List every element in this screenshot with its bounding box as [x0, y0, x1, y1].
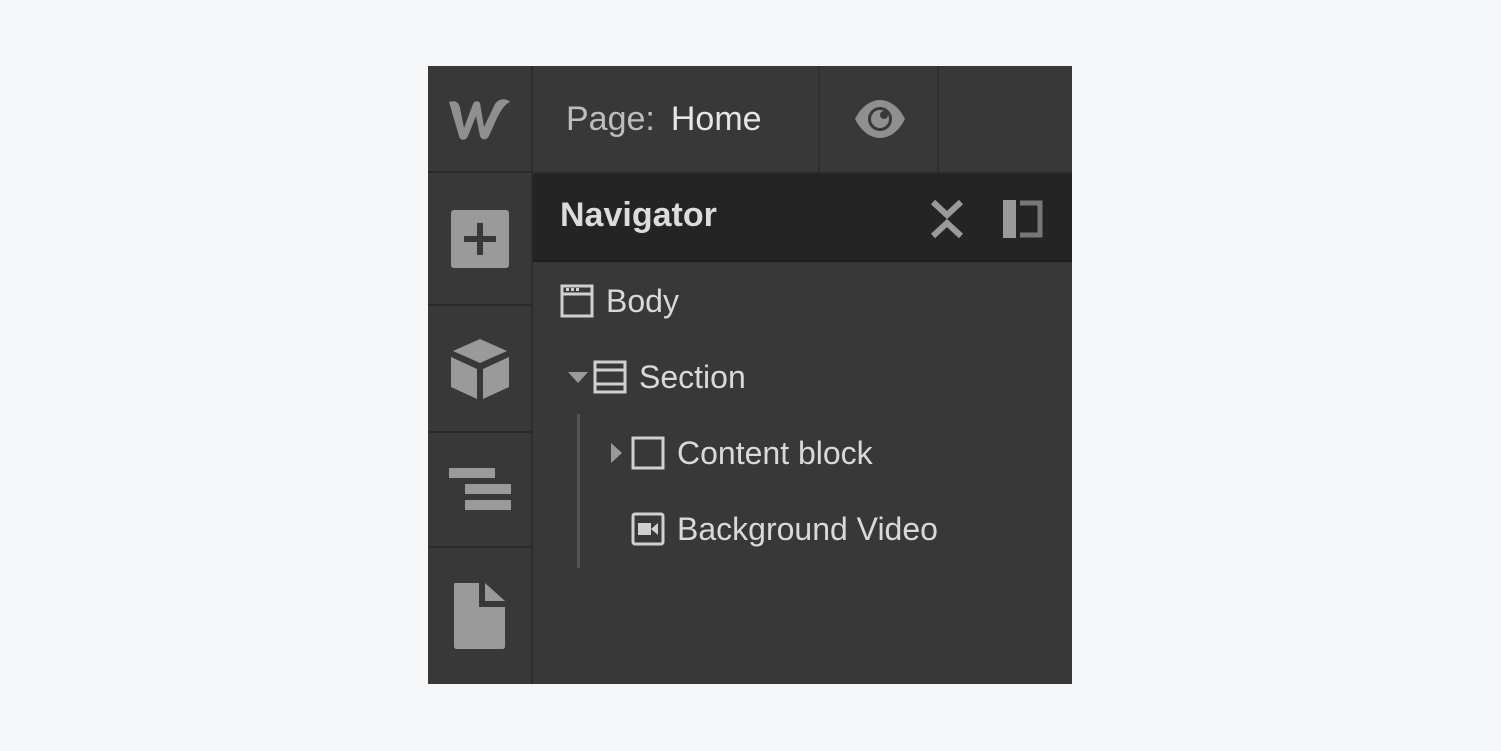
tree-item-background-video[interactable]: Background Video [631, 504, 938, 554]
webflow-logo-icon [448, 98, 510, 140]
tree-item-label: Body [606, 282, 679, 319]
div-block-icon [631, 436, 665, 470]
caret-down-icon[interactable] [563, 370, 593, 384]
tree-indent-guide [577, 414, 580, 568]
top-bar: Page: Home [533, 66, 1072, 174]
page-selector[interactable]: Page: Home [533, 66, 820, 172]
page-icon [453, 583, 505, 649]
collapse-icon [930, 199, 964, 239]
rail-item-add[interactable] [428, 173, 531, 306]
plus-icon [450, 209, 509, 268]
dock-panel-icon [1003, 200, 1043, 238]
navigator-panel: Navigator Body Section Content block Bac… [533, 174, 1072, 684]
tree-item-body[interactable]: Body [560, 276, 679, 326]
rail-item-components[interactable] [428, 306, 531, 433]
video-icon [631, 512, 665, 546]
tree-item-label: Content block [677, 434, 873, 471]
navigator-header: Navigator [533, 174, 1072, 262]
rail-item-pages[interactable] [428, 548, 531, 684]
collapse-all-button[interactable] [927, 198, 967, 240]
caret-right-icon[interactable] [601, 442, 631, 464]
navigator-title: Navigator [560, 196, 717, 234]
rail-item-navigator[interactable] [428, 433, 531, 548]
page-label: Page: [566, 99, 655, 138]
tree-item-content-block[interactable]: Content block [601, 428, 873, 478]
preview-button[interactable] [822, 66, 939, 172]
section-icon [593, 360, 627, 394]
navigator-icon [448, 467, 511, 510]
page-name: Home [670, 99, 762, 138]
tree-item-label: Section [639, 358, 746, 395]
webflow-logo-button[interactable] [428, 66, 531, 173]
designer-panel: Page: Home Navigator Body Section Conten… [428, 66, 1072, 684]
tree-item-label: Background Video [677, 510, 938, 547]
eye-icon [854, 100, 905, 138]
left-toolbar [428, 66, 533, 684]
tree-item-section[interactable]: Section [563, 352, 746, 402]
cube-icon [450, 338, 509, 399]
dock-panel-button[interactable] [1002, 198, 1044, 240]
body-icon [560, 284, 594, 318]
